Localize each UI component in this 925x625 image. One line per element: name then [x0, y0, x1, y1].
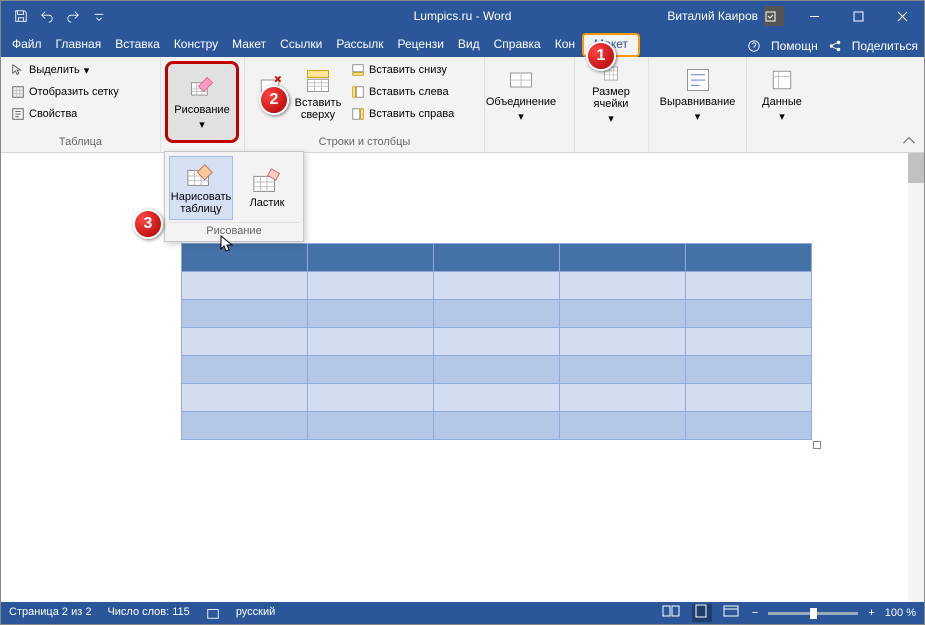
tell-me-icon	[747, 39, 761, 53]
undo-button[interactable]	[35, 4, 59, 28]
minimize-button[interactable]	[792, 1, 836, 31]
language-status[interactable]: русский	[236, 606, 275, 620]
ribbon: Выделить▾ Отобразить сетку Свойства Табл…	[1, 57, 924, 153]
marker-1: 1	[586, 41, 616, 71]
tab-review[interactable]: Рецензи	[391, 33, 451, 57]
properties-button[interactable]: Свойства	[7, 103, 123, 125]
tab-references[interactable]: Ссылки	[273, 33, 329, 57]
zoom-slider[interactable]	[768, 612, 858, 615]
eraser-item[interactable]: Ластик	[235, 156, 299, 220]
group-table: Выделить▾ Отобразить сетку Свойства Табл…	[1, 57, 161, 152]
group-merge: Объединение▾	[485, 57, 575, 152]
group-table-label: Таблица	[7, 136, 154, 150]
print-layout-button[interactable]	[692, 604, 712, 622]
tell-me[interactable]: Помощн	[771, 39, 818, 53]
select-button[interactable]: Выделить▾	[7, 59, 123, 81]
draw-table-icon	[186, 161, 216, 191]
dropdown-label: Рисование	[169, 222, 299, 237]
zoom-out-button[interactable]: −	[752, 607, 758, 619]
insert-left-button[interactable]: Вставить слева	[347, 81, 458, 103]
eraser-icon	[252, 167, 282, 197]
insert-above-button[interactable]: Вставить сверху	[291, 59, 345, 129]
window-controls	[748, 1, 924, 31]
statusbar: Страница 2 из 2 Число слов: 115 русский …	[1, 602, 924, 624]
insert-below-button[interactable]: Вставить снизу	[347, 59, 458, 81]
tab-design-contextual[interactable]: Кон	[548, 33, 582, 57]
chevron-down-icon: ▾	[199, 118, 205, 131]
chevron-down-icon: ▾	[518, 110, 524, 123]
draw-dropdown-button[interactable]: Рисование ▾	[165, 61, 239, 143]
share-icon	[828, 39, 842, 53]
close-button[interactable]	[880, 1, 924, 31]
save-button[interactable]	[9, 4, 33, 28]
window-title: Lumpics.ru - Word	[414, 9, 512, 23]
align-button[interactable]: Выравнивание▾	[655, 59, 740, 129]
chevron-down-icon: ▾	[608, 112, 614, 125]
tab-home[interactable]: Главная	[49, 33, 109, 57]
word-count[interactable]: Число слов: 115	[107, 606, 189, 620]
page-status[interactable]: Страница 2 из 2	[9, 606, 91, 620]
word-table[interactable]	[181, 243, 812, 440]
table-row	[182, 384, 812, 412]
table-resize-handle[interactable]	[813, 441, 821, 449]
merge-button[interactable]: Объединение▾	[491, 59, 551, 129]
marker-3: 3	[133, 209, 163, 239]
collapse-ribbon-button[interactable]	[900, 132, 918, 150]
scrollbar-thumb[interactable]	[908, 153, 924, 183]
chevron-down-icon: ▾	[695, 110, 701, 123]
maximize-button[interactable]	[836, 1, 880, 31]
table-row	[182, 244, 812, 272]
redo-button[interactable]	[61, 4, 85, 28]
marker-2: 2	[259, 85, 289, 115]
draw-table-item[interactable]: Нарисовать таблицу	[169, 156, 233, 220]
web-layout-button[interactable]	[722, 604, 742, 622]
read-mode-button[interactable]	[662, 604, 682, 622]
user-name: Виталий Каиров	[667, 9, 758, 23]
titlebar: Lumpics.ru - Word Виталий Каиров	[1, 1, 924, 31]
zoom-thumb[interactable]	[810, 608, 817, 619]
table-row	[182, 356, 812, 384]
table-row	[182, 412, 812, 440]
tab-mailings[interactable]: Рассылк	[329, 33, 390, 57]
spellcheck-icon[interactable]	[206, 606, 220, 620]
table-row	[182, 300, 812, 328]
group-data: Данные▾	[747, 57, 817, 152]
share-button[interactable]: Поделиться	[852, 39, 918, 53]
tab-help[interactable]: Справка	[487, 33, 548, 57]
draw-dropdown: Нарисовать таблицу Ластик Рисование	[164, 151, 304, 242]
chevron-down-icon: ▾	[779, 110, 785, 123]
vertical-scrollbar[interactable]	[908, 153, 924, 602]
table-row	[182, 272, 812, 300]
tab-file[interactable]: Файл	[5, 33, 49, 57]
quick-access-toolbar	[1, 1, 119, 31]
insert-right-button[interactable]: Вставить справа	[347, 103, 458, 125]
tab-insert[interactable]: Вставка	[108, 33, 167, 57]
gridlines-button[interactable]: Отобразить сетку	[7, 81, 123, 103]
table-row	[182, 328, 812, 356]
group-cellsize: Размер ячейки▾	[575, 57, 649, 152]
tab-layout[interactable]: Макет	[225, 33, 273, 57]
ribbon-tabs: Файл Главная Вставка Констру Макет Ссылк…	[1, 31, 924, 57]
data-button[interactable]: Данные▾	[753, 59, 811, 129]
qat-dropdown[interactable]	[87, 4, 111, 28]
zoom-level[interactable]: 100 %	[885, 607, 916, 619]
zoom-in-button[interactable]: +	[868, 607, 874, 619]
tab-view[interactable]: Вид	[451, 33, 487, 57]
group-draw: Рисование ▾	[161, 57, 245, 152]
ribbon-options-button[interactable]	[748, 1, 792, 31]
tab-design[interactable]: Констру	[167, 33, 225, 57]
chevron-down-icon: ▾	[84, 64, 90, 77]
draw-icon	[188, 74, 216, 102]
group-align: Выравнивание▾	[649, 57, 747, 152]
group-rows-cols-label: Строки и столбцы	[251, 136, 478, 150]
cellsize-button[interactable]: Размер ячейки▾	[581, 59, 641, 129]
